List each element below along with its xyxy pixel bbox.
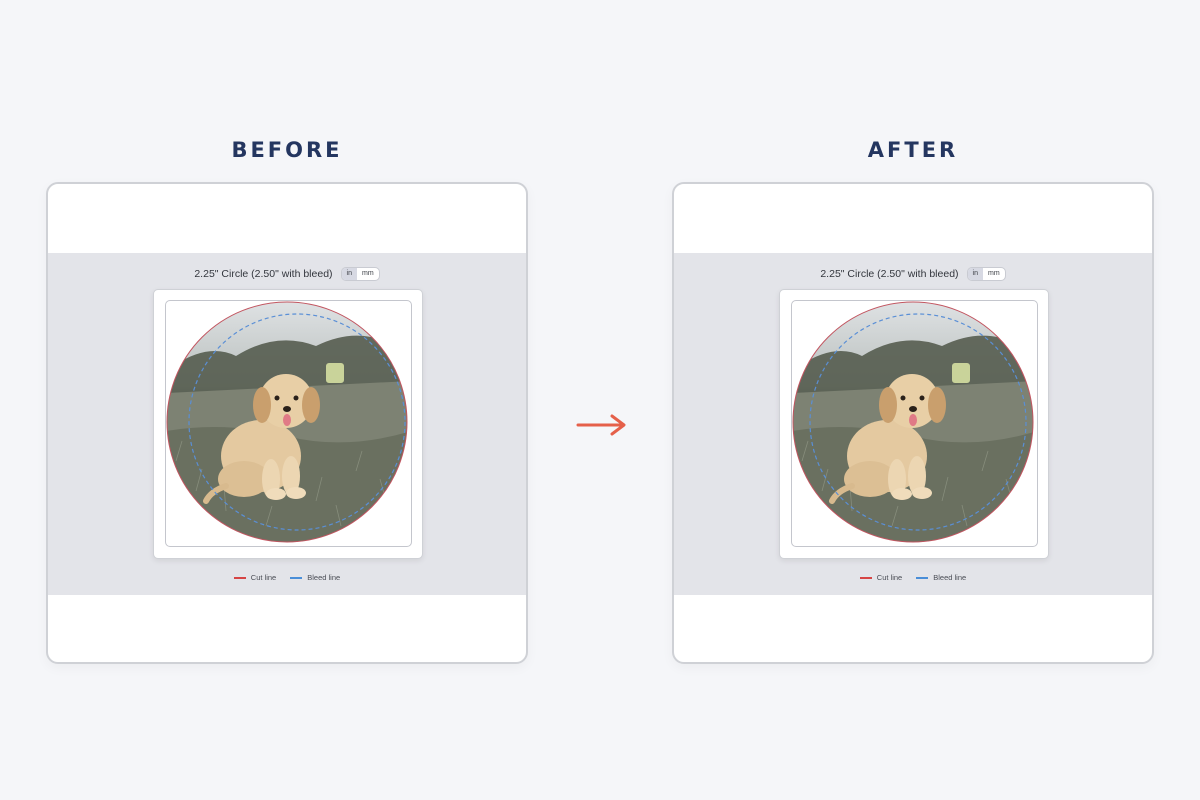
sticker-canvas [791,300,1038,547]
unit-mm-button[interactable]: mm [357,268,379,280]
legend-bleed-label: Bleed line [933,573,967,582]
after-card: 2.25" Circle (2.50" with bleed) in mm Cu… [672,182,1154,664]
legend-cut-label: Cut line [876,573,903,582]
preview-area: 2.25" Circle (2.50" with bleed) in mm Cu… [674,253,1152,595]
sticker-preview-frame [153,289,423,559]
unit-in-button[interactable]: in [341,268,357,280]
size-label: 2.25" Circle (2.50" with bleed) [820,268,959,280]
size-label: 2.25" Circle (2.50" with bleed) [194,268,333,280]
legend-bleed: Bleed line [916,573,966,582]
puppy-photo [793,302,1033,542]
puppy-photo [167,302,407,542]
sticker-preview-frame [779,289,1049,559]
legend: Cut line Bleed line [48,573,526,582]
sticker-preview [166,301,408,543]
legend-bleed: Bleed line [290,573,340,582]
sticker-preview [792,301,1034,543]
bleed-line-swatch [916,576,929,579]
legend: Cut line Bleed line [674,573,1152,582]
unit-toggle: in mm [966,267,1006,281]
legend-cut: Cut line [859,573,903,582]
size-row: 2.25" Circle (2.50" with bleed) in mm [48,267,526,281]
before-title: BEFORE [231,138,343,162]
legend-bleed-label: Bleed line [307,573,341,582]
cut-line-swatch [233,576,246,579]
after-title: AFTER [867,138,959,162]
cut-line-swatch [859,576,872,579]
preview-area: 2.25" Circle (2.50" with bleed) in mm Cu… [48,253,526,595]
unit-toggle: in mm [340,267,380,281]
unit-in-button[interactable]: in [967,268,983,280]
arrow-right-icon [576,414,626,436]
bleed-line-swatch [290,576,303,579]
before-card: 2.25" Circle (2.50" with bleed) in mm Cu… [46,182,528,664]
size-row: 2.25" Circle (2.50" with bleed) in mm [674,267,1152,281]
legend-cut-label: Cut line [250,573,277,582]
sticker-canvas [165,300,412,547]
legend-cut: Cut line [233,573,277,582]
unit-mm-button[interactable]: mm [983,268,1005,280]
